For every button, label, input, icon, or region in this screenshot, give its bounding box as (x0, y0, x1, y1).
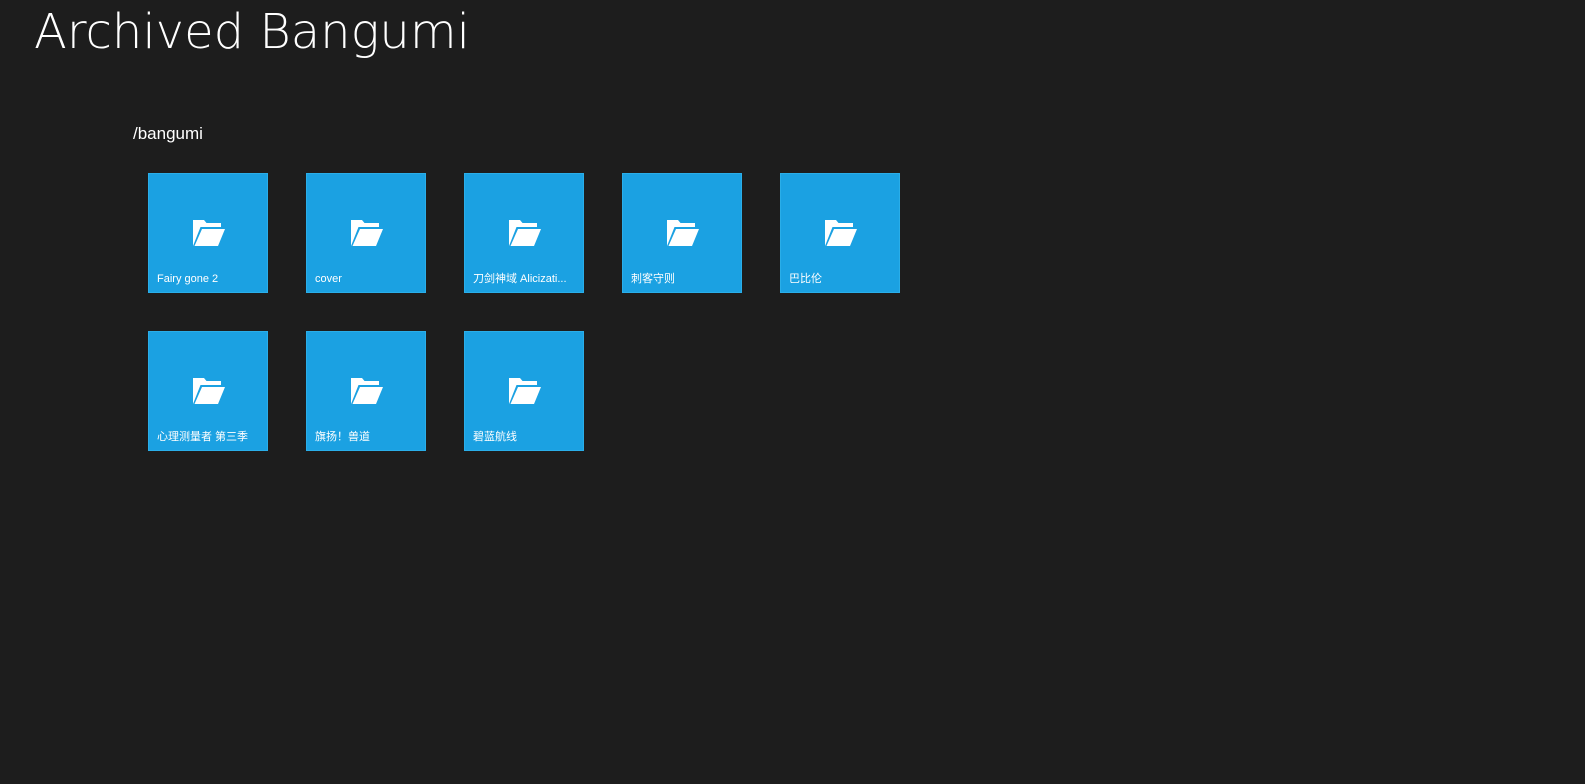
folder-open-icon (508, 218, 542, 248)
folder-label: 旗扬！兽道 (315, 431, 370, 443)
folder-open-icon (666, 218, 700, 248)
app-title: Archived Bangumi (34, 4, 470, 60)
folder-label: 碧蓝航线 (473, 431, 517, 443)
folder-label: 刀剑神域 Alicizati... (473, 273, 567, 285)
folder-tile[interactable]: 旗扬！兽道 (306, 331, 426, 451)
folder-label: cover (315, 273, 342, 285)
folder-open-icon (508, 376, 542, 406)
folder-label: 心理测量者 第三季 (157, 431, 249, 443)
folder-label: Fairy gone 2 (157, 273, 219, 285)
folder-label: 巴比伦 (789, 273, 822, 285)
folder-tile[interactable]: 刀剑神域 Alicizati... (464, 173, 584, 293)
folder-tile[interactable]: 心理测量者 第三季 (148, 331, 268, 451)
folder-open-icon (192, 218, 226, 248)
current-path: /bangumi (133, 124, 203, 143)
folder-open-icon (350, 218, 384, 248)
folder-label: 刺客守则 (631, 273, 675, 285)
folder-open-icon (192, 376, 226, 406)
folder-grid: Fairy gone 2 cover 刀剑神域 Alicizati... 刺客守… (148, 173, 949, 451)
folder-open-icon (824, 218, 858, 248)
folder-tile[interactable]: Fairy gone 2 (148, 173, 268, 293)
folder-tile[interactable]: cover (306, 173, 426, 293)
folder-open-icon (350, 376, 384, 406)
folder-tile[interactable]: 刺客守则 (622, 173, 742, 293)
folder-tile[interactable]: 巴比伦 (780, 173, 900, 293)
folder-tile[interactable]: 碧蓝航线 (464, 331, 584, 451)
